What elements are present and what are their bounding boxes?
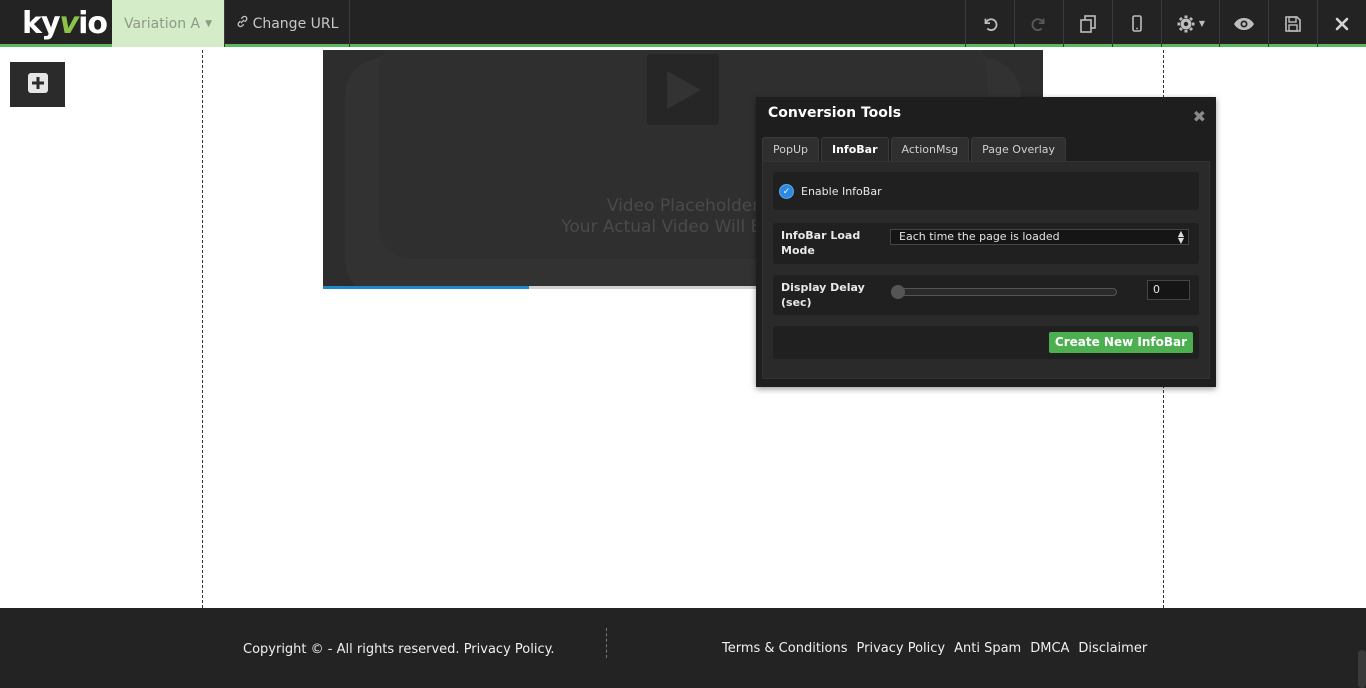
logo-text-part: v xyxy=(59,5,80,41)
tab-infobar[interactable]: InfoBar xyxy=(821,137,889,161)
select-arrows-icon: ▲ ▼ xyxy=(1177,229,1184,245)
copy-icon xyxy=(1078,14,1098,34)
logo-text-part: ky xyxy=(22,5,61,41)
footer-link-antispam[interactable]: Anti Spam xyxy=(954,641,1021,656)
footer-link-terms[interactable]: Terms & Conditions xyxy=(722,641,848,656)
eye-icon xyxy=(1233,17,1255,31)
logo-text-part: io xyxy=(78,5,108,41)
plus-square-icon xyxy=(27,72,49,98)
play-icon xyxy=(647,54,719,125)
display-delay-label-line: (sec) xyxy=(781,296,812,309)
page-scrollbar[interactable] xyxy=(1358,650,1366,688)
settings-button[interactable]: ▼ xyxy=(1161,0,1219,47)
duplicate-button[interactable] xyxy=(1063,0,1112,47)
display-delay-slider[interactable] xyxy=(891,285,1117,299)
display-delay-row: Display Delay (sec) 0 xyxy=(773,275,1199,315)
close-editor-button[interactable] xyxy=(1317,0,1366,47)
close-icon[interactable]: ✖ xyxy=(1193,107,1206,126)
enable-infobar-checkbox[interactable]: ✓ xyxy=(779,184,794,199)
undo-icon xyxy=(981,15,999,33)
page-footer: Copyright © - All rights reserved. Priva… xyxy=(0,608,1366,688)
conversion-tabs: PopUp InfoBar ActionMsg Page Overlay xyxy=(762,137,1067,161)
load-mode-row: InfoBar Load Mode Each time the page is … xyxy=(773,223,1199,264)
display-delay-label: Display Delay (sec) xyxy=(781,280,865,310)
load-mode-select[interactable]: Each time the page is loaded ▲ ▼ xyxy=(890,229,1189,245)
change-url-button[interactable]: Change URL xyxy=(224,0,350,47)
redo-button[interactable] xyxy=(1014,0,1063,47)
caret-down-icon: ▼ xyxy=(205,18,213,29)
mobile-view-button[interactable] xyxy=(1112,0,1161,47)
footer-link-dmca[interactable]: DMCA xyxy=(1030,641,1069,656)
footer-divider xyxy=(606,628,607,658)
create-infobar-row: Create New InfoBar xyxy=(773,326,1199,359)
add-element-button[interactable] xyxy=(10,62,65,107)
kyvio-logo: ky v io xyxy=(22,4,108,42)
create-new-infobar-button[interactable]: Create New InfoBar xyxy=(1048,332,1193,353)
display-delay-input[interactable]: 0 xyxy=(1147,280,1190,300)
tab-actionmsg[interactable]: ActionMsg xyxy=(890,137,970,161)
load-mode-label: InfoBar Load Mode xyxy=(781,228,860,258)
tab-page-overlay[interactable]: Page Overlay xyxy=(971,137,1067,161)
caret-down-icon: ▼ xyxy=(1198,19,1206,28)
infobar-settings: ✓ Enable InfoBar InfoBar Load Mode Each … xyxy=(762,161,1210,379)
change-url-label: Change URL xyxy=(252,15,339,32)
variation-dropdown[interactable]: Variation A ▼ xyxy=(112,0,224,47)
left-guide-line xyxy=(202,50,203,688)
display-delay-label-line: Display Delay xyxy=(781,281,865,294)
panel-title: Conversion Tools xyxy=(768,105,902,121)
preview-button[interactable] xyxy=(1219,0,1268,47)
enable-infobar-row: ✓ Enable InfoBar xyxy=(773,172,1199,210)
link-icon xyxy=(236,15,249,32)
mobile-icon xyxy=(1131,14,1143,33)
save-icon xyxy=(1284,15,1302,33)
footer-link-privacy[interactable]: Privacy Policy xyxy=(857,641,946,656)
save-button[interactable] xyxy=(1268,0,1317,47)
footer-link-disclaimer[interactable]: Disclaimer xyxy=(1078,641,1147,656)
variation-label: Variation A xyxy=(123,15,201,32)
load-mode-value: Each time the page is loaded xyxy=(899,230,1060,243)
footer-links: Terms & Conditions Privacy Policy Anti S… xyxy=(722,641,1147,656)
video-progress-fill xyxy=(323,286,529,289)
conversion-tools-panel: Conversion Tools ✖ PopUp InfoBar ActionM… xyxy=(756,97,1216,387)
tab-popup[interactable]: PopUp xyxy=(762,137,819,161)
top-toolbar: ky v io Variation A ▼ Change URL ▼ xyxy=(0,0,1366,47)
enable-infobar-label: Enable InfoBar xyxy=(801,185,882,198)
copyright-text: Copyright © - All rights reserved. Priva… xyxy=(243,642,555,657)
close-icon xyxy=(1335,17,1349,31)
redo-icon xyxy=(1030,15,1048,33)
slider-thumb[interactable] xyxy=(891,285,905,299)
undo-button[interactable] xyxy=(965,0,1014,47)
gear-icon xyxy=(1176,14,1196,34)
load-mode-label-line: Mode xyxy=(781,244,815,257)
load-mode-label-line: InfoBar Load xyxy=(781,229,861,242)
